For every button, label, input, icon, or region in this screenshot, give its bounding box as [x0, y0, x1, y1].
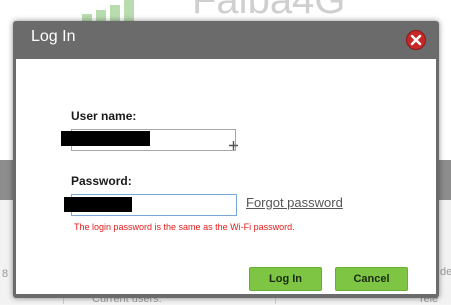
- brand-name: Faiba4G: [192, 0, 346, 22]
- resize-handle-icon: [229, 141, 238, 150]
- redacted-username: [61, 131, 150, 146]
- password-hint: The login password is the same as the Wi…: [74, 222, 295, 232]
- password-label: Password:: [71, 174, 132, 188]
- redacted-password: [64, 197, 132, 212]
- dialog-body: User name: Password: Forgot password The…: [16, 59, 436, 294]
- login-button[interactable]: Log In: [249, 267, 322, 291]
- background-left-fragment: 8: [2, 268, 9, 280]
- close-button[interactable]: [406, 30, 426, 50]
- forgot-password-link[interactable]: Forgot password: [246, 195, 343, 210]
- login-dialog: Log In User name: Password: Forgot passw…: [13, 21, 439, 298]
- dialog-title: Log In: [31, 28, 76, 45]
- signal-bars-icon: [82, 0, 142, 22]
- background-right-fragment: de: [440, 266, 451, 278]
- close-icon: [410, 34, 422, 46]
- username-label: User name:: [71, 109, 137, 123]
- cancel-button[interactable]: Cancel: [335, 267, 408, 291]
